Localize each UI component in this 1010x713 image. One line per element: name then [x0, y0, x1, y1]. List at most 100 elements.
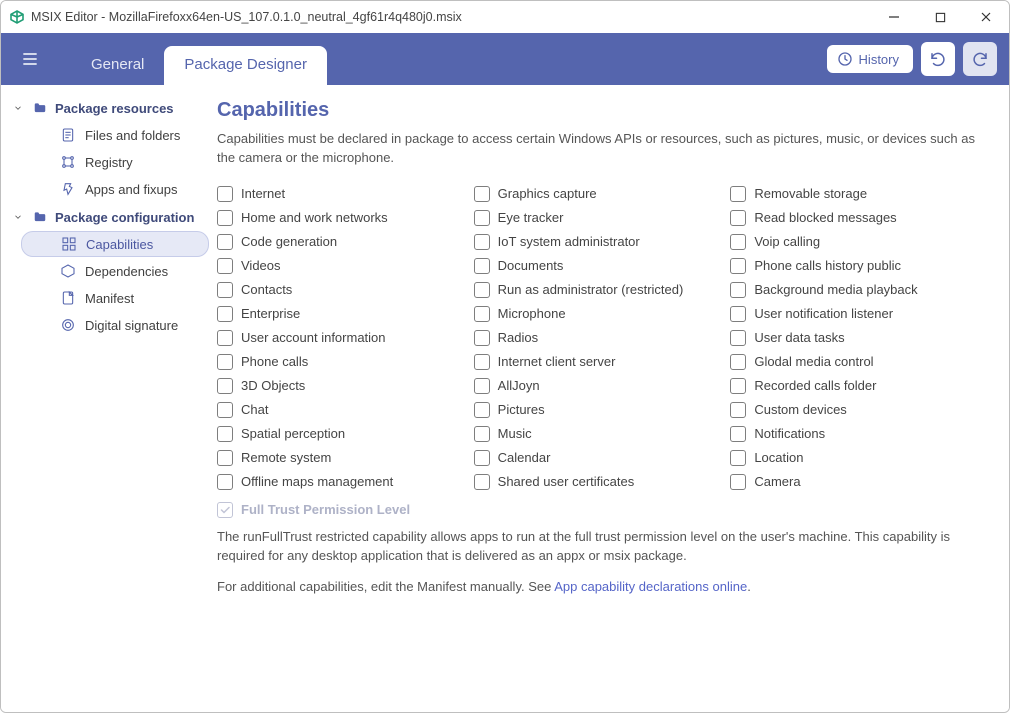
- checkbox-icon[interactable]: [730, 186, 746, 202]
- checkbox-icon[interactable]: [217, 426, 233, 442]
- capability-location[interactable]: Location: [730, 446, 977, 470]
- tree-item-digital-signature[interactable]: Digital signature: [21, 312, 209, 338]
- capability-shared-user-certificates[interactable]: Shared user certificates: [474, 470, 721, 494]
- capability-read-blocked-messages[interactable]: Read blocked messages: [730, 206, 977, 230]
- capability-remote-system[interactable]: Remote system: [217, 446, 464, 470]
- capability-recorded-calls-folder[interactable]: Recorded calls folder: [730, 374, 977, 398]
- capability-run-as-administrator-restricted-[interactable]: Run as administrator (restricted): [474, 278, 721, 302]
- checkbox-icon[interactable]: [217, 282, 233, 298]
- capability-glodal-media-control[interactable]: Glodal media control: [730, 350, 977, 374]
- maximize-button[interactable]: [917, 1, 963, 33]
- checkbox-icon[interactable]: [474, 426, 490, 442]
- checkbox-icon[interactable]: [730, 258, 746, 274]
- checkbox-icon[interactable]: [474, 330, 490, 346]
- app-window: MSIX Editor - MozillaFirefoxx64en-US_107…: [0, 0, 1010, 713]
- checkbox-icon[interactable]: [474, 234, 490, 250]
- checkbox-icon[interactable]: [217, 186, 233, 202]
- checkbox-icon[interactable]: [217, 234, 233, 250]
- tree-item-files-and-folders[interactable]: Files and folders: [21, 122, 209, 148]
- history-button[interactable]: History: [827, 45, 913, 73]
- capability-user-notification-listener[interactable]: User notification listener: [730, 302, 977, 326]
- capability-spatial-perception[interactable]: Spatial perception: [217, 422, 464, 446]
- capability-eye-tracker[interactable]: Eye tracker: [474, 206, 721, 230]
- capability-custom-devices[interactable]: Custom devices: [730, 398, 977, 422]
- checkbox-icon[interactable]: [217, 210, 233, 226]
- checkbox-icon[interactable]: [730, 378, 746, 394]
- capability-offline-maps-management[interactable]: Offline maps management: [217, 470, 464, 494]
- capability-phone-calls-history-public[interactable]: Phone calls history public: [730, 254, 977, 278]
- capability-calendar[interactable]: Calendar: [474, 446, 721, 470]
- checkbox-icon[interactable]: [730, 234, 746, 250]
- capability-background-media-playback[interactable]: Background media playback: [730, 278, 977, 302]
- capability-user-data-tasks[interactable]: User data tasks: [730, 326, 977, 350]
- chevron-down-icon: [11, 103, 25, 113]
- capability-iot-system-administrator[interactable]: IoT system administrator: [474, 230, 721, 254]
- checkbox-icon[interactable]: [474, 402, 490, 418]
- checkbox-icon[interactable]: [474, 258, 490, 274]
- capability-home-and-work-networks[interactable]: Home and work networks: [217, 206, 464, 230]
- checkbox-icon[interactable]: [474, 474, 490, 490]
- capability-contacts[interactable]: Contacts: [217, 278, 464, 302]
- checkbox-icon[interactable]: [730, 282, 746, 298]
- capability-docs-link[interactable]: App capability declarations online: [554, 579, 747, 594]
- capability-camera[interactable]: Camera: [730, 470, 977, 494]
- tree-item-registry[interactable]: Registry: [21, 149, 209, 175]
- tree-item-dependencies[interactable]: Dependencies: [21, 258, 209, 284]
- checkbox-icon[interactable]: [217, 474, 233, 490]
- tree-item-icon: [60, 236, 78, 252]
- checkbox-icon[interactable]: [474, 378, 490, 394]
- capability-user-account-information[interactable]: User account information: [217, 326, 464, 350]
- capability-internet[interactable]: Internet: [217, 182, 464, 206]
- checkbox-icon[interactable]: [730, 210, 746, 226]
- tree-group-package-resources[interactable]: Package resources: [7, 95, 211, 121]
- capability-radios[interactable]: Radios: [474, 326, 721, 350]
- checkbox-icon[interactable]: [217, 378, 233, 394]
- tree-group-package-configuration[interactable]: Package configuration: [7, 204, 211, 230]
- capability-removable-storage[interactable]: Removable storage: [730, 182, 977, 206]
- capability-documents[interactable]: Documents: [474, 254, 721, 278]
- checkbox-icon[interactable]: [217, 402, 233, 418]
- tab-package-designer[interactable]: Package Designer: [164, 46, 327, 85]
- checkbox-icon[interactable]: [217, 258, 233, 274]
- capability-code-generation[interactable]: Code generation: [217, 230, 464, 254]
- checkbox-icon[interactable]: [730, 402, 746, 418]
- checkbox-icon[interactable]: [730, 306, 746, 322]
- checkbox-icon[interactable]: [217, 450, 233, 466]
- redo-button[interactable]: [963, 42, 997, 76]
- checkbox-icon[interactable]: [474, 306, 490, 322]
- capability-3d-objects[interactable]: 3D Objects: [217, 374, 464, 398]
- minimize-button[interactable]: [871, 1, 917, 33]
- checkbox-icon[interactable]: [730, 354, 746, 370]
- checkbox-icon[interactable]: [730, 426, 746, 442]
- checkbox-icon[interactable]: [474, 450, 490, 466]
- capability-microphone[interactable]: Microphone: [474, 302, 721, 326]
- checkbox-icon[interactable]: [730, 474, 746, 490]
- capability-alljoyn[interactable]: AllJoyn: [474, 374, 721, 398]
- checkbox-icon[interactable]: [474, 186, 490, 202]
- capability-voip-calling[interactable]: Voip calling: [730, 230, 977, 254]
- capability-pictures[interactable]: Pictures: [474, 398, 721, 422]
- capability-graphics-capture[interactable]: Graphics capture: [474, 182, 721, 206]
- capability-videos[interactable]: Videos: [217, 254, 464, 278]
- close-button[interactable]: [963, 1, 1009, 33]
- checkbox-icon[interactable]: [217, 330, 233, 346]
- capability-music[interactable]: Music: [474, 422, 721, 446]
- capability-enterprise[interactable]: Enterprise: [217, 302, 464, 326]
- menu-button[interactable]: [13, 42, 47, 76]
- checkbox-icon[interactable]: [217, 306, 233, 322]
- tree-item-apps-and-fixups[interactable]: Apps and fixups: [21, 176, 209, 202]
- tree-item-capabilities[interactable]: Capabilities: [21, 231, 209, 257]
- capability-phone-calls[interactable]: Phone calls: [217, 350, 464, 374]
- undo-button[interactable]: [921, 42, 955, 76]
- capability-notifications[interactable]: Notifications: [730, 422, 977, 446]
- capability-chat[interactable]: Chat: [217, 398, 464, 422]
- checkbox-icon[interactable]: [217, 354, 233, 370]
- capability-internet-client-server[interactable]: Internet client server: [474, 350, 721, 374]
- checkbox-icon[interactable]: [730, 450, 746, 466]
- checkbox-icon[interactable]: [730, 330, 746, 346]
- tree-item-manifest[interactable]: Manifest: [21, 285, 209, 311]
- tab-general[interactable]: General: [71, 46, 164, 85]
- checkbox-icon[interactable]: [474, 282, 490, 298]
- checkbox-icon[interactable]: [474, 210, 490, 226]
- checkbox-icon[interactable]: [474, 354, 490, 370]
